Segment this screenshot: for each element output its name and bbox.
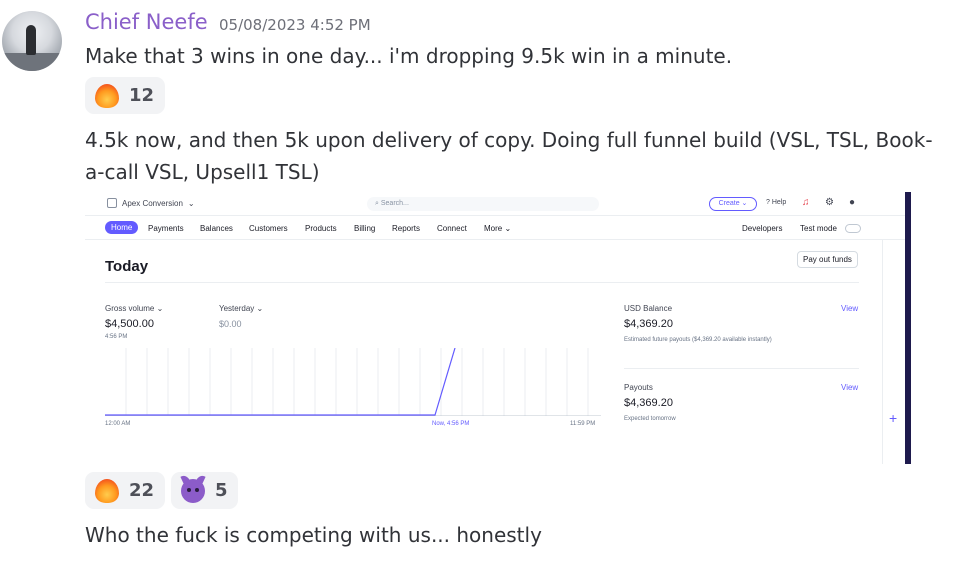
yesterday-select[interactable]: Yesterday ⌄ <box>219 304 263 313</box>
reaction-fire[interactable]: 12 <box>85 77 165 114</box>
yesterday-label: Yesterday <box>219 304 255 313</box>
divider <box>105 282 859 283</box>
volume-line <box>105 348 456 416</box>
sidebar-divider <box>882 240 883 464</box>
test-mode-toggle[interactable] <box>845 224 861 233</box>
reaction-smiling-devil[interactable]: 5 <box>171 472 238 509</box>
notification-bell-icon[interactable]: ♫ <box>802 198 810 208</box>
search-placeholder: Search... <box>380 200 409 207</box>
nav-home[interactable]: Home <box>105 221 139 234</box>
payouts-note: Expected tomorrow <box>624 416 676 422</box>
page-title: Today <box>105 258 149 275</box>
test-mode-label: Test mode <box>800 224 837 233</box>
nav-balances[interactable]: Balances <box>200 224 233 233</box>
reaction-fire[interactable]: 22 <box>85 472 165 509</box>
nav-products[interactable]: Products <box>305 224 337 233</box>
usd-balance-label: USD Balance <box>624 304 673 313</box>
yesterday-value: $0.00 <box>219 319 242 329</box>
gross-volume-label: Gross volume <box>105 304 155 313</box>
help-button[interactable]: ? Help <box>766 199 786 206</box>
create-label: Create <box>718 200 740 207</box>
message-text-3: Who the fuck is competing with us... hon… <box>85 523 542 547</box>
dashboard-screenshot[interactable]: Apex Conversion ⌄ ⌕ Search... Create ⌄ ?… <box>85 192 911 464</box>
nav-more[interactable]: More ⌄ <box>484 224 511 233</box>
help-label: Help <box>771 199 787 206</box>
reaction-count: 5 <box>215 480 228 501</box>
reaction-count: 22 <box>129 480 155 501</box>
dashboard-nav: Home Payments Balances Customers Product… <box>85 216 905 240</box>
plus-icon[interactable]: + <box>889 410 897 426</box>
devil-eye <box>187 487 191 492</box>
gross-volume-value: $4,500.00 <box>105 318 154 330</box>
dashboard-topbar: Apex Conversion ⌄ ⌕ Search... Create ⌄ ?… <box>85 192 905 216</box>
divider <box>624 368 859 369</box>
payouts-view-link[interactable]: View <box>841 383 858 392</box>
message-text-2: 4.5k now, and then 5k upon delivery of c… <box>85 128 933 184</box>
avatar[interactable] <box>2 11 62 71</box>
chevron-down-icon: ⌄ <box>187 198 195 208</box>
nav-payments[interactable]: Payments <box>148 224 184 233</box>
reaction-count: 12 <box>129 85 155 106</box>
smiling-devil-icon <box>181 478 205 503</box>
devil-eye <box>195 487 199 492</box>
nav-connect[interactable]: Connect <box>437 224 467 233</box>
pay-out-funds-button[interactable]: Pay out funds <box>797 251 858 268</box>
nav-reports[interactable]: Reports <box>392 224 420 233</box>
chart-end-label: 11:59 PM <box>570 421 596 427</box>
chart-gridlines <box>125 348 589 416</box>
gross-volume-chart <box>105 348 601 416</box>
avatar-figure <box>26 25 36 55</box>
account-switcher[interactable]: Apex Conversion ⌄ <box>107 198 195 208</box>
gross-volume-time: 4:56 PM <box>105 334 128 340</box>
gross-volume-select[interactable]: Gross volume ⌄ <box>105 304 163 313</box>
avatar-ground <box>2 53 62 71</box>
create-button[interactable]: Create ⌄ <box>709 197 757 211</box>
developers-link[interactable]: Developers <box>742 224 782 233</box>
nav-customers[interactable]: Customers <box>249 224 288 233</box>
usd-balance-view-link[interactable]: View <box>841 304 858 313</box>
chart-start-label: 12:00 AM <box>105 421 131 427</box>
nav-more-label: More <box>484 224 503 233</box>
fire-icon <box>95 478 119 503</box>
message-text-1: Make that 3 wins in one day... i'm dropp… <box>85 44 733 68</box>
author-name[interactable]: Chief Neefe <box>85 10 208 34</box>
usd-balance-note: Estimated future payouts ($4,369.20 avai… <box>624 337 772 343</box>
gear-icon[interactable]: ⚙ <box>825 198 834 208</box>
payouts-label: Payouts <box>624 383 653 392</box>
fire-icon <box>95 83 119 108</box>
screenshot-edge <box>905 192 911 464</box>
payouts-value: $4,369.20 <box>624 397 673 409</box>
message-timestamp: 05/08/2023 4:52 PM <box>219 16 371 34</box>
search-input[interactable]: ⌕ Search... <box>367 197 599 211</box>
account-icon <box>107 198 117 208</box>
account-name: Apex Conversion <box>122 198 183 208</box>
nav-billing[interactable]: Billing <box>354 224 375 233</box>
user-icon[interactable]: ● <box>849 198 855 208</box>
usd-balance-value: $4,369.20 <box>624 318 673 330</box>
chart-now-label: Now, 4:56 PM <box>432 421 470 427</box>
